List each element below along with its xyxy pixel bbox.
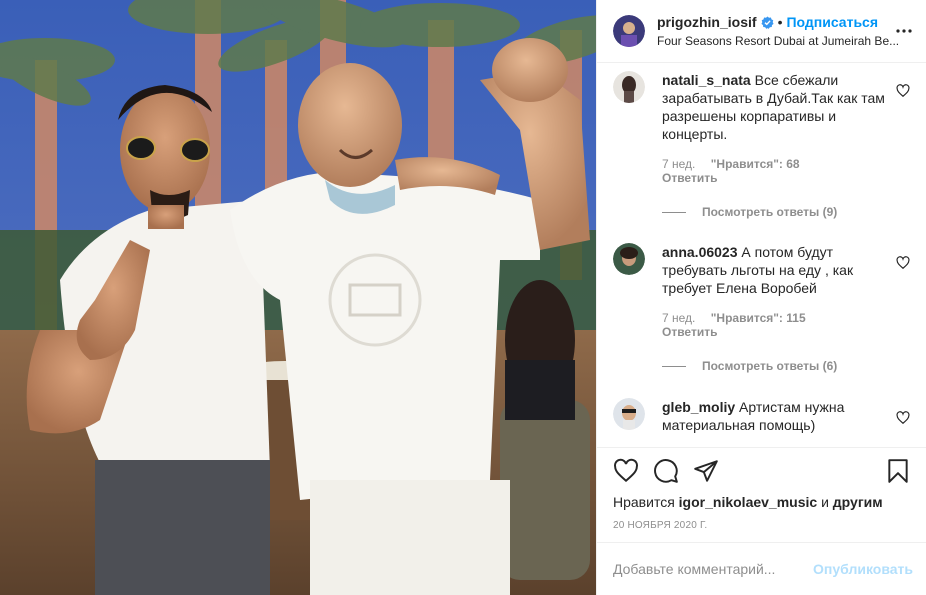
comment-text: gleb_moliy Артистам нужна материальная п… (662, 398, 888, 434)
separator-dot: • (777, 14, 783, 30)
heart-icon[interactable] (613, 458, 639, 484)
post-photo-illustration (0, 0, 596, 595)
liked-by-user[interactable]: igor_nikolaev_music (679, 494, 818, 510)
comment-username[interactable]: anna.06023 (662, 244, 738, 260)
comment-meta: 7 нед. "Нравится": 115 (662, 311, 913, 325)
comment-like-heart-icon[interactable] (896, 256, 910, 270)
comment-time: 7 нед. (662, 157, 696, 171)
publish-button[interactable]: Опубликовать (813, 561, 913, 577)
comments-list[interactable]: natali_s_nata Все сбежали зарабатывать в… (597, 63, 926, 447)
comment-reply-button[interactable]: Ответить (662, 171, 913, 185)
post-location[interactable]: Four Seasons Resort Dubai at Jumeirah Be… (657, 34, 911, 48)
bookmark-icon[interactable] (885, 458, 911, 484)
comment-username[interactable]: natali_s_nata (662, 72, 751, 88)
comment-item: anna.06023 А потом будут требувать льгот… (613, 243, 913, 373)
replies-divider (662, 211, 686, 213)
add-comment-bar: Опубликовать (597, 542, 926, 595)
comment-text: anna.06023 А потом будут требувать льгот… (662, 243, 888, 297)
comment-like-heart-icon[interactable] (896, 411, 910, 425)
comment-reply-button[interactable]: Ответить (662, 325, 913, 339)
post-header: prigozhin_iosif • Подписаться Four Seaso… (597, 0, 926, 63)
comment-text: natali_s_nata Все сбежали зарабатывать в… (662, 71, 888, 143)
author-avatar[interactable] (613, 15, 645, 47)
view-replies-button[interactable]: Посмотреть ответы (9) (662, 205, 913, 219)
verified-badge-icon (761, 15, 774, 29)
comment-item: gleb_moliy Артистам нужна материальная п… (613, 398, 913, 434)
comment-avatar[interactable] (613, 398, 645, 430)
comment-avatar[interactable] (613, 243, 645, 275)
comment-meta: 7 нед. "Нравится": 68 (662, 157, 913, 171)
comment-input[interactable] (613, 561, 814, 577)
comment-likes-count[interactable]: "Нравится": 115 (711, 311, 806, 325)
comment-username[interactable]: gleb_moliy (662, 399, 735, 415)
comment-avatar[interactable] (613, 71, 645, 103)
comment-like-heart-icon[interactable] (896, 84, 910, 98)
author-info: prigozhin_iosif • Подписаться Four Seaso… (657, 14, 899, 48)
paper-plane-icon[interactable] (693, 458, 719, 484)
post-side-panel: prigozhin_iosif • Подписаться Four Seaso… (596, 0, 926, 595)
comment-likes-count[interactable]: "Нравится": 68 (711, 157, 800, 171)
likes-prefix: Нравится (613, 494, 675, 510)
replies-divider (662, 365, 686, 367)
comment-item: natali_s_nata Все сбежали зарабатывать в… (613, 71, 913, 219)
view-replies-label: Посмотреть ответы (9) (702, 205, 838, 219)
author-username[interactable]: prigozhin_iosif (657, 14, 757, 30)
comment-time: 7 нед. (662, 311, 696, 325)
comment-bubble-icon[interactable] (653, 458, 679, 484)
instagram-post-view: prigozhin_iosif • Подписаться Four Seaso… (0, 0, 926, 595)
action-icons-row (613, 448, 911, 494)
post-actions: Нравится igor_nikolaev_music и другим 20… (597, 447, 926, 542)
more-options-icon[interactable] (892, 29, 912, 33)
likes-summary: Нравится igor_nikolaev_music и другим (613, 494, 911, 510)
post-date[interactable]: 20 ноября 2020 г. (613, 520, 911, 531)
post-photo[interactable] (0, 0, 596, 595)
follow-button[interactable]: Подписаться (786, 14, 878, 30)
likes-conj: и (821, 494, 829, 510)
liked-by-others[interactable]: другим (833, 494, 883, 510)
view-replies-button[interactable]: Посмотреть ответы (6) (662, 359, 913, 373)
view-replies-label: Посмотреть ответы (6) (702, 359, 838, 373)
